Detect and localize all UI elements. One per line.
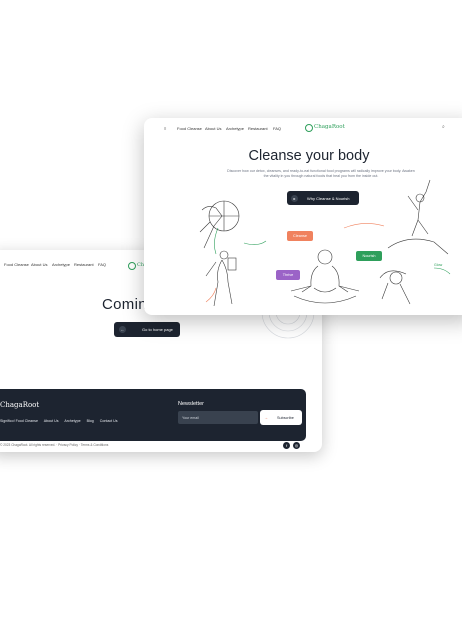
footer-link-archetype[interactable]: Archetype — [64, 419, 80, 423]
hero-illustration — [199, 179, 451, 307]
subscribe-label: Subscribe — [277, 416, 294, 420]
footer-logo[interactable]: ChagaRoot — [0, 401, 39, 409]
glow-label: Glow — [434, 263, 443, 267]
nourish-tag[interactable]: Nourish — [356, 251, 382, 261]
footer-links: Significo! Food Cleanse About Us Archety… — [0, 419, 123, 423]
cleanse-tag[interactable]: Cleanse — [287, 231, 313, 241]
newsletter-email-input[interactable]: Your email — [178, 411, 258, 424]
footer-link-food-cleanse[interactable]: Significo! Food Cleanse — [0, 419, 38, 423]
arrow-left-icon: ← — [119, 326, 126, 333]
arrow-right-icon: → — [264, 415, 268, 420]
go-home-label: Go to home page — [142, 327, 173, 332]
subscribe-button[interactable]: → Subscribe — [260, 410, 302, 425]
footer-link-contact-us[interactable]: Contact Us — [100, 419, 118, 423]
instagram-icon[interactable]: ◎ — [293, 442, 300, 449]
front-browser-window: ≡ Food Cleanse About Us Archetype Restau… — [144, 118, 462, 315]
copyright-text: © 2023 ChagaRoot. All rights reserved. ·… — [0, 443, 109, 447]
thrive-tag[interactable]: Thrive — [276, 270, 300, 280]
newsletter-title: Newsletter — [178, 401, 204, 407]
footer-link-about-us[interactable]: About Us — [44, 419, 59, 423]
site-footer: ChagaRoot Significo! Food Cleanse About … — [0, 389, 306, 441]
go-home-button[interactable]: ← Go to home page — [114, 322, 180, 337]
footer-link-blog[interactable]: Blog — [87, 419, 94, 423]
facebook-icon[interactable]: f — [283, 442, 290, 449]
